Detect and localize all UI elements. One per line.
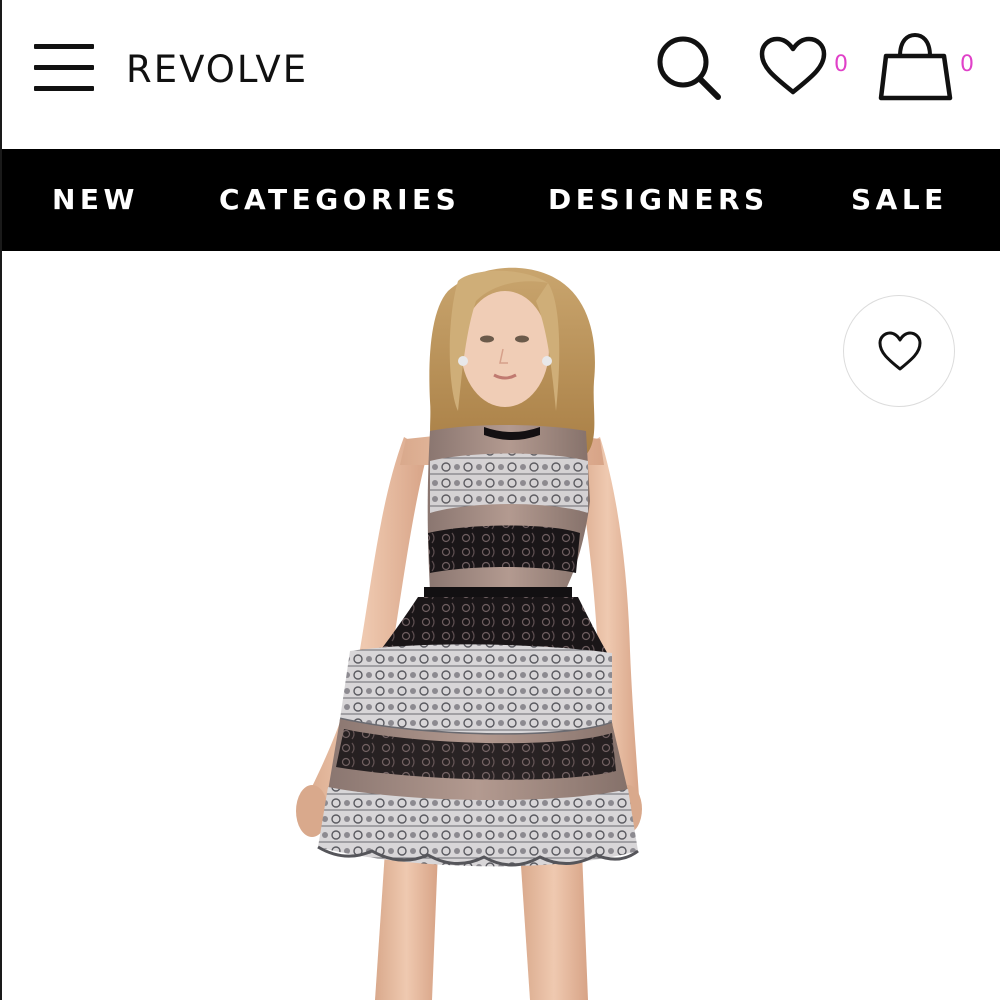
category-nav: NEW CATEGORIES DESIGNERS SALE [0, 149, 1000, 251]
product-page: REVOLVE 0 0 NEW CATEGORIES DESIGNERS SAL… [0, 0, 1000, 1000]
nav-sale[interactable]: SALE [851, 149, 948, 251]
shopping-bag-icon [878, 32, 953, 101]
heart-icon [759, 36, 827, 95]
nav-categories[interactable]: CATEGORIES [219, 149, 460, 251]
heart-outline-icon [878, 331, 922, 371]
bag-count: 0 [960, 52, 974, 77]
top-header: REVOLVE 0 0 [0, 0, 1000, 149]
screen-edge [0, 0, 2, 1000]
wishlist-button[interactable]: 0 [758, 36, 854, 98]
hamburger-menu-icon[interactable] [34, 44, 96, 94]
shopping-bag-button[interactable]: 0 [878, 32, 982, 102]
brand-logo[interactable]: REVOLVE [126, 48, 308, 92]
search-icon[interactable] [654, 34, 724, 102]
nav-new[interactable]: NEW [52, 149, 139, 251]
wishlist-count: 0 [834, 52, 848, 77]
favorite-button[interactable] [843, 295, 955, 407]
nav-designers[interactable]: DESIGNERS [548, 149, 769, 251]
product-image-area [0, 251, 1000, 1000]
